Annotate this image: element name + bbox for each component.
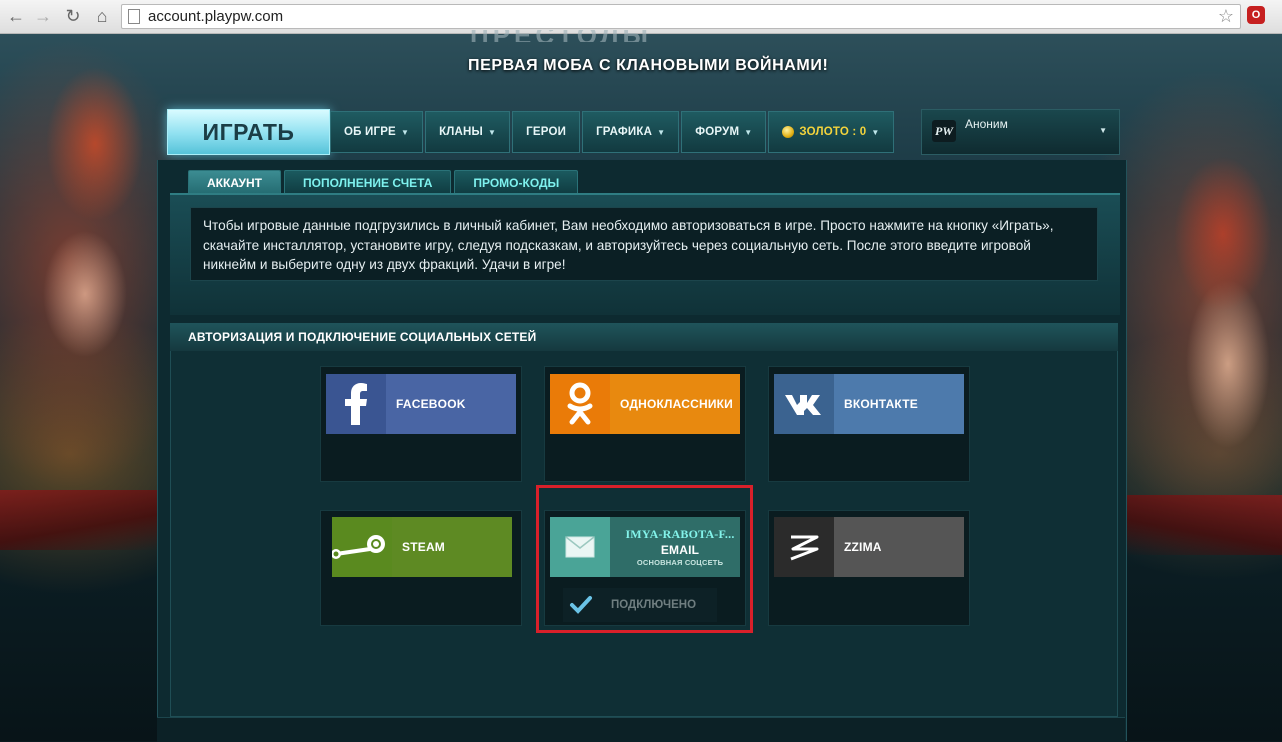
zzima-label: ZZIMA [834,517,964,577]
play-button[interactable]: ИГРАТЬ [167,109,330,155]
menu-graphics[interactable]: ГРАФИКА ▼ [582,111,680,153]
caret-down-icon: ▼ [488,127,497,137]
address-url[interactable]: account.playpw.com [148,8,283,25]
tab-promo-codes[interactable]: ПРОМО-КОДЫ [454,170,579,195]
caret-down-icon: ▼ [744,127,753,137]
vkontakte-button[interactable]: ВКОНТАКТЕ [774,374,964,434]
page-icon [128,9,140,24]
odnoklassniki-label: ОДНОКЛАССНИКИ [610,374,740,434]
menu-clans[interactable]: КЛАНЫ ▼ [425,111,511,153]
steam-label: STEAM [392,517,512,577]
hero-art-right [1128,34,1282,504]
caret-down-icon: ▼ [1099,126,1107,135]
account-tabs: АККАУНТ ПОПОЛНЕНИЕ СЧЕТА ПРОМО-КОДЫ [188,170,581,195]
game-logo: ПРЕСТОЛЫ [470,30,815,42]
menu-about[interactable]: ОБ ИГРЕ ▼ [330,111,424,153]
bookmark-star-icon[interactable]: ☆ [1218,6,1234,27]
facebook-icon [326,374,386,434]
caret-down-icon: ▼ [871,127,880,137]
menu-heroes[interactable]: ГЕРОИ [512,111,581,153]
panel-footer [157,717,1125,742]
menu-graphics-label: ГРАФИКА [596,126,653,138]
gold-label: ЗОЛОТО : 0 [799,126,867,138]
extension-icon[interactable]: O [1247,6,1265,24]
odnoklassniki-button[interactable]: ОДНОКЛАССНИКИ [550,374,740,434]
home-icon[interactable]: ⌂ [92,6,112,26]
vkontakte-label: ВКОНТАКТЕ [834,374,964,434]
menu-about-label: ОБ ИГРЕ [344,126,396,138]
decor-left [0,490,160,550]
caret-down-icon: ▼ [400,127,410,137]
odnoklassniki-icon [550,374,610,434]
forward-arrow-icon[interactable]: → [33,6,53,26]
facebook-button[interactable]: FACEBOOK [326,374,516,434]
user-name: Аноним [965,117,1008,131]
menu-bar: ОБ ИГРЕ ▼ КЛАНЫ ▼ ГЕРОИ ГРАФИКА ▼ ФОРУМ ▼ ЗО… [330,111,896,153]
zzima-icon [774,517,834,577]
info-message: Чтобы игровые данные подгрузились в личн… [190,207,1098,281]
main-nav: ИГРАТЬ ОБ ИГРЕ ▼ КЛАНЫ ▼ ГЕРОИ ГРАФИКА ▼ ФО… [167,109,1120,155]
tab-account[interactable]: АККАУНТ [188,170,281,195]
hero-art-left [0,34,155,494]
browser-toolbar: ← → ↻ ⌂ account.playpw.com ☆ O [0,0,1282,34]
tagline: ПЕРВАЯ МОБА С КЛАНОВЫМИ ВОЙНАМИ! [468,57,829,74]
facebook-label: FACEBOOK [386,374,516,434]
address-bar[interactable]: account.playpw.com ☆ [121,4,1241,29]
caret-down-icon: ▼ [657,127,666,137]
tab-top-up[interactable]: ПОПОЛНЕНИЕ СЧЕТА [283,170,452,195]
steam-icon [332,517,392,577]
user-menu[interactable]: PW Аноним ▼ [921,109,1120,155]
gold-coin-icon [782,126,795,138]
steam-button[interactable]: STEAM [332,517,512,577]
vk-icon [774,374,834,434]
menu-gold[interactable]: ЗОЛОТО : 0 ▼ [768,111,894,153]
back-arrow-icon[interactable]: ← [6,6,26,26]
menu-clans-label: КЛАНЫ [439,126,484,138]
decor-right [1125,495,1282,555]
highlight-frame [536,485,753,633]
menu-forum-label: ФОРУМ [695,126,740,138]
reload-icon[interactable]: ↻ [63,6,83,26]
menu-forum[interactable]: ФОРУМ ▼ [681,111,767,153]
menu-heroes-label: ГЕРОИ [526,126,567,138]
pw-logo-icon: PW [932,120,956,142]
zzima-button[interactable]: ZZIMA [774,517,964,577]
auth-title: АВТОРИЗАЦИЯ И ПОДКЛЮЧЕНИЕ СОЦИАЛЬНЫХ СЕТ… [188,330,537,344]
